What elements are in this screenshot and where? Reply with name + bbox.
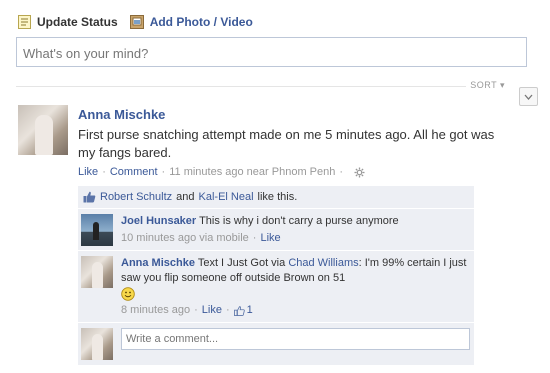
post-author[interactable]: Anna Mischke (78, 107, 165, 122)
viewer-avatar (81, 328, 113, 361)
status-note-icon (18, 15, 31, 29)
commenter-avatar[interactable] (81, 256, 113, 288)
divider (16, 86, 481, 87)
like-link[interactable]: Like (78, 166, 98, 178)
comment-meta: 8 minutes ago · Like · 1 (121, 303, 470, 318)
comment-body: Joel Hunsaker This is why i don't carry … (121, 214, 470, 246)
comment-meta: 10 minutes ago via mobile · Like (121, 231, 470, 246)
sort-button[interactable]: SORT ▾ (466, 80, 509, 91)
photo-icon (129, 15, 144, 29)
separator: · (102, 166, 106, 178)
commenter-avatar[interactable] (81, 214, 113, 246)
status-placeholder: What's on your mind? (23, 46, 149, 61)
smiley-icon (121, 287, 135, 301)
caret-down-icon: ▾ (499, 80, 505, 90)
emoticon-row (121, 286, 470, 301)
separator: · (225, 304, 230, 317)
comment-like-count[interactable]: 1 (247, 303, 253, 318)
comment-link[interactable]: Comment (110, 166, 158, 178)
post-message: First purse snatching attempt made on me… (78, 127, 495, 160)
sort-label: SORT (470, 80, 497, 90)
comment-body: Anna Mischke Text I Just Got via Chad Wi… (121, 256, 470, 318)
author-avatar[interactable] (18, 105, 68, 155)
avatar-figure (92, 262, 103, 288)
commenter-name[interactable]: Joel Hunsaker (121, 215, 196, 227)
post-meta: Like · Comment · 11 minutes ago near Phn… (78, 166, 365, 178)
sort-row: SORT ▾ (16, 80, 527, 92)
comment-like-link[interactable]: Like (202, 303, 222, 318)
comment-item: Joel Hunsaker This is why i don't carry … (78, 209, 474, 251)
write-comment-input[interactable]: Write a comment... (121, 328, 470, 351)
add-photo-tab[interactable]: Add Photo / Video (129, 15, 253, 29)
composer-tabs: Update Status Add Photo / Video (18, 13, 253, 31)
comment-time[interactable]: 8 minutes ago (121, 303, 190, 318)
thumbs-up-icon (83, 191, 96, 203)
comment-text: This is why i don't carry a purse anymor… (199, 215, 399, 227)
write-comment-row: Write a comment... (78, 323, 474, 365)
separator: · (194, 304, 198, 317)
avatar-figure (35, 115, 53, 155)
thumbs-up-icon (233, 306, 245, 316)
separator: · (161, 166, 166, 178)
liker-name[interactable]: Kal-El Neal (199, 191, 254, 203)
status-input[interactable]: What's on your mind? (16, 37, 527, 67)
commenter-name[interactable]: Anna Mischke (121, 257, 195, 269)
avatar-figure (93, 222, 99, 240)
comment-item: Anna Mischke Text I Just Got via Chad Wi… (78, 251, 474, 324)
chevron-down-icon (524, 94, 533, 100)
separator: · (252, 232, 257, 244)
update-status-label: Update Status (37, 15, 118, 29)
comment-text-prefix: Text I Just Got via (197, 257, 286, 269)
post-timestamp[interactable]: 11 minutes ago near Phnom Penh (169, 166, 335, 178)
mention-link[interactable]: Chad Williams (288, 257, 358, 269)
comment-time[interactable]: 10 minutes ago via mobile (121, 231, 249, 246)
update-status-tab[interactable]: Update Status (18, 15, 118, 29)
likes-and: and (176, 191, 195, 203)
avatar-figure (92, 334, 103, 361)
likes-row: Robert Schultz and Kal-El Neal like this… (78, 186, 474, 209)
feedback-box: Robert Schultz and Kal-El Neal like this… (78, 186, 474, 366)
write-comment-placeholder: Write a comment... (126, 333, 219, 346)
story-options-button[interactable] (519, 87, 538, 106)
privacy-gear-icon[interactable] (354, 167, 365, 178)
comment-like-link[interactable]: Like (260, 231, 280, 246)
add-photo-label: Add Photo / Video (149, 15, 253, 29)
liker-name[interactable]: Robert Schultz (100, 191, 172, 203)
separator: · (339, 166, 344, 178)
likes-suffix: like this. (257, 191, 298, 203)
